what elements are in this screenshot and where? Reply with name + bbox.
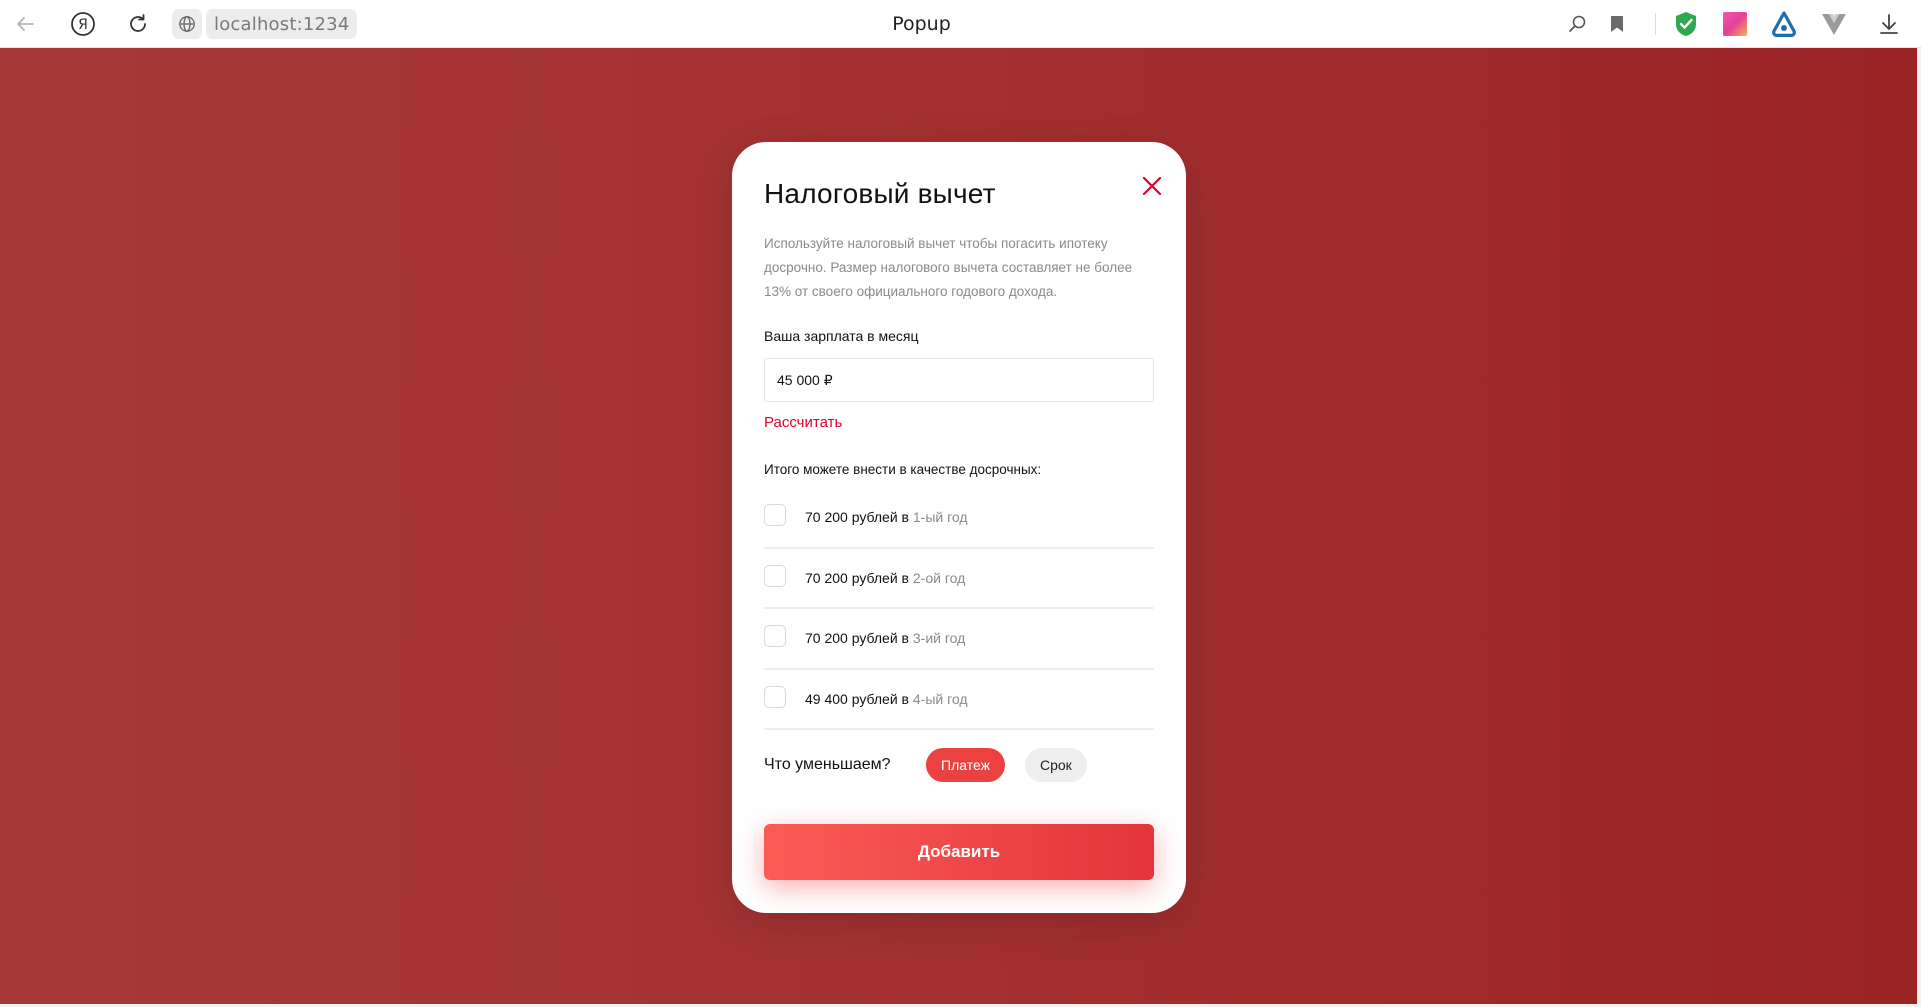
reload-icon[interactable] <box>122 8 154 40</box>
gradient-extension-icon[interactable] <box>1719 8 1751 40</box>
option-amount: 70 200 рублей в <box>805 509 909 526</box>
description-line: 13% от своего официального годового дохо… <box>764 284 1058 299</box>
reduce-label: Что уменьшаем? <box>764 756 891 773</box>
year-4-checkbox[interactable] <box>764 685 786 708</box>
back-arrow-icon[interactable] <box>9 8 41 40</box>
total-label: Итого можете внести в качестве досрочных… <box>764 462 1042 477</box>
description-line: Используйте налоговый вычет чтобы погаси… <box>764 236 1108 251</box>
option-label: 70 200 рублей в 3-ий год <box>805 630 965 646</box>
browser-toolbar: Я localhost:1234 Popup <box>0 0 1921 48</box>
svg-text:Я: Я <box>78 17 88 33</box>
option-amount: 49 400 рублей в <box>805 690 909 707</box>
alisa-icon[interactable] <box>1768 8 1800 40</box>
reduce-selector: Что уменьшаем? Платеж Срок <box>764 747 1154 783</box>
toolbar-divider <box>1655 13 1656 35</box>
vue-devtools-icon[interactable] <box>1818 8 1850 40</box>
option-label: 70 200 рублей в 2-ой год <box>805 570 965 586</box>
year-2-checkbox[interactable] <box>764 564 786 587</box>
list-item[interactable]: 70 200 рублей в 3-ий год <box>764 609 1154 670</box>
shield-extension-icon[interactable] <box>1670 8 1702 40</box>
salary-label: Ваша зарплата в месяц <box>764 328 919 344</box>
reduce-payment-button[interactable]: Платеж <box>926 748 1005 782</box>
close-icon <box>1142 176 1162 196</box>
deduction-options-list: 70 200 рублей в 1-ый год 70 200 рублей в… <box>764 488 1154 730</box>
add-button[interactable]: Добавить <box>764 824 1154 880</box>
popup-description: Используйте налоговый вычет чтобы погаси… <box>764 232 1164 304</box>
close-button[interactable] <box>1137 171 1167 201</box>
download-icon[interactable] <box>1873 8 1905 40</box>
salary-input[interactable] <box>764 358 1154 402</box>
address-bar[interactable]: localhost:1234 <box>172 8 358 40</box>
description-line: досрочно. Размер налогового вычета соста… <box>764 260 1133 275</box>
option-amount: 70 200 рублей в <box>805 630 909 647</box>
option-year: 1-ый год <box>912 509 968 526</box>
search-zoom-icon[interactable] <box>1561 8 1593 40</box>
bookmark-icon[interactable] <box>1601 8 1633 40</box>
popup-title: Налоговый вычет <box>764 178 996 209</box>
scrollbar-track[interactable] <box>1917 48 1921 1007</box>
list-item[interactable]: 49 400 рублей в 4-ый год <box>764 670 1154 730</box>
tab-title: Popup <box>892 13 951 35</box>
yandex-icon[interactable]: Я <box>67 8 99 40</box>
list-item[interactable]: 70 200 рублей в 1-ый год <box>764 488 1154 549</box>
reduce-term-button[interactable]: Срок <box>1024 748 1087 782</box>
url-text[interactable]: localhost:1234 <box>206 9 358 39</box>
year-3-checkbox[interactable] <box>764 625 786 648</box>
option-year: 4-ый год <box>912 690 968 707</box>
year-1-checkbox[interactable] <box>764 504 786 527</box>
option-year: 3-ий год <box>912 630 966 647</box>
list-item[interactable]: 70 200 рублей в 2-ой год <box>764 549 1154 609</box>
globe-icon <box>172 9 202 39</box>
tax-deduction-popup: Налоговый вычет Используйте налоговый вы… <box>732 142 1186 913</box>
option-label: 49 400 рублей в 4-ый год <box>805 691 968 707</box>
option-amount: 70 200 рублей в <box>805 569 909 586</box>
option-year: 2-ой год <box>912 569 966 586</box>
calculate-link[interactable]: Рассчитать <box>764 414 842 431</box>
option-label: 70 200 рублей в 1-ый год <box>805 509 968 525</box>
